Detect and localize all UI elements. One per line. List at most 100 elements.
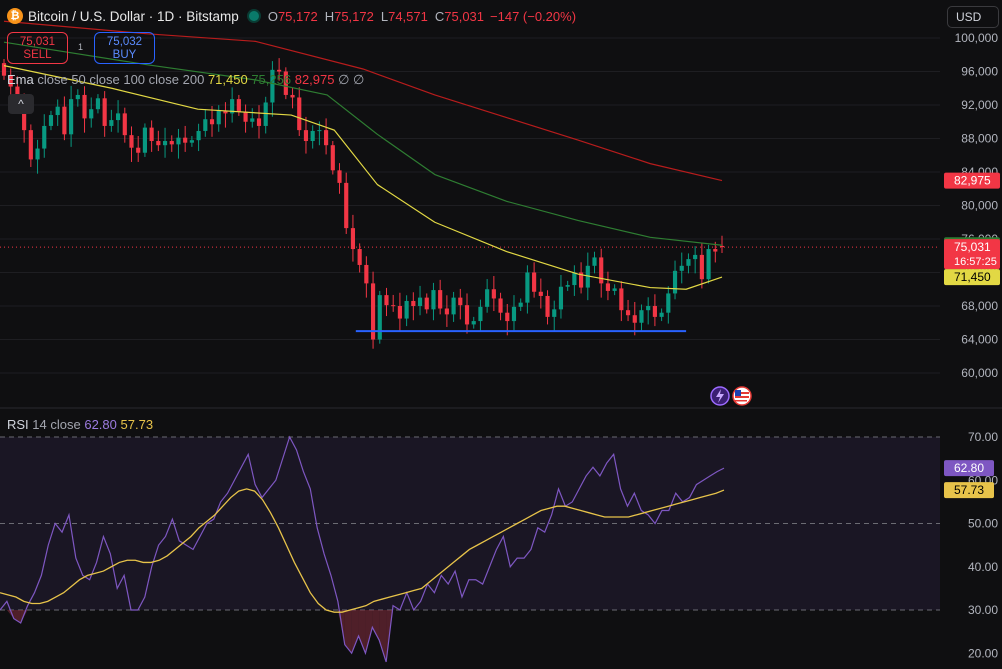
price-axis-tick: 64,000 — [961, 333, 998, 347]
ema-legend[interactable]: Ema close 50 close 100 close 200 71,450 … — [7, 72, 364, 88]
candle-body — [357, 249, 362, 265]
buy-price: 75,032 — [106, 36, 143, 48]
candle-body — [337, 170, 342, 183]
candle — [458, 288, 463, 320]
rsi-oversold-fill — [351, 610, 359, 654]
candle — [719, 235, 725, 253]
symbol-title[interactable]: Bitcoin / U.S. Dollar · 1D · Bitstamp — [28, 9, 239, 24]
candle-body — [75, 94, 80, 100]
rsi-params: 14 close — [32, 417, 81, 432]
candle-body — [196, 130, 201, 141]
candle-body — [256, 118, 262, 126]
candle-body — [505, 312, 510, 322]
candle — [579, 262, 584, 294]
currency-selector[interactable]: USD — [947, 6, 999, 28]
candle-body — [89, 109, 94, 119]
candle — [82, 86, 87, 133]
candle-body — [216, 110, 221, 125]
candle-body — [525, 272, 530, 303]
candle — [706, 244, 711, 284]
candle-body — [706, 249, 711, 280]
candle-body — [605, 283, 611, 291]
candle-body — [471, 321, 476, 325]
candle-body — [552, 309, 557, 317]
countdown-text: 16:57:25 — [954, 256, 997, 268]
candle-body — [1, 63, 7, 76]
candle — [297, 87, 302, 136]
candle — [236, 94, 241, 116]
candle — [270, 61, 275, 117]
price-label-text: 71,450 — [954, 270, 991, 284]
candle — [243, 104, 248, 133]
candle-body — [572, 272, 577, 286]
candle — [370, 271, 376, 349]
candle — [344, 172, 349, 234]
candle-body — [136, 147, 141, 153]
high-value: 75,172 — [334, 8, 374, 24]
candle — [35, 139, 40, 174]
candle-body — [518, 302, 523, 307]
candle-body — [183, 137, 188, 143]
market-status-icon[interactable] — [248, 11, 259, 21]
rsi-legend[interactable]: RSI 14 close 62.80 57.73 — [7, 417, 153, 432]
rsi-axis-tick: 70.00 — [968, 430, 998, 444]
candle — [693, 246, 698, 274]
rsi-axis-tick: 20.00 — [968, 646, 998, 660]
candle-body — [686, 259, 691, 266]
candle-body — [391, 305, 396, 307]
ema-hidden-icons[interactable]: ∅ ∅ — [338, 72, 364, 87]
sell-button[interactable]: 75,031 SELL — [7, 32, 68, 64]
candle — [478, 299, 483, 332]
candle — [639, 304, 644, 331]
candle — [1, 58, 7, 80]
candle-body — [666, 293, 671, 313]
sell-price: 75,031 — [19, 36, 56, 48]
price-axis-label: 82,975 — [944, 172, 1000, 189]
event-badges[interactable] — [708, 386, 758, 406]
candle — [538, 278, 543, 309]
candle — [384, 287, 389, 317]
candle — [324, 118, 329, 155]
symbol-legend[interactable]: ₿ Bitcoin / U.S. Dollar · 1D · Bitstamp … — [0, 6, 582, 26]
candle — [330, 141, 335, 175]
collapse-legend-button[interactable]: ^ — [8, 94, 34, 114]
candle-body — [263, 102, 268, 126]
candle — [176, 128, 181, 159]
candle-body — [565, 285, 570, 287]
price-label-text: 75,031 — [954, 240, 991, 254]
candle-body — [95, 98, 101, 110]
open-label: O — [267, 8, 278, 24]
buy-button[interactable]: 75,032 BUY — [94, 32, 155, 64]
candle — [599, 248, 604, 298]
lightning-icon[interactable] — [710, 386, 730, 406]
candle-body — [330, 145, 335, 171]
candle — [672, 260, 678, 300]
candle — [659, 308, 664, 322]
candle — [545, 290, 550, 325]
candle-body — [451, 297, 456, 315]
candle — [572, 265, 577, 296]
rsi-label-text: 57.73 — [954, 483, 984, 497]
candle-body — [149, 127, 154, 142]
chart-canvas[interactable]: 100,00096,00092,00088,00084,00080,00076,… — [0, 0, 1002, 669]
candle — [350, 214, 356, 262]
candle-body — [62, 106, 67, 135]
bitcoin-logo-icon: ₿ — [7, 8, 23, 24]
candle — [417, 285, 423, 316]
price-axis-label: 75,031 16:57:25 — [944, 239, 1000, 270]
candle — [189, 135, 194, 147]
candle-body — [646, 306, 651, 311]
candle — [149, 120, 154, 152]
candle-body — [625, 310, 631, 316]
candle-body — [424, 297, 429, 310]
candle — [451, 291, 456, 322]
candle — [129, 126, 134, 162]
candle-body — [156, 141, 161, 146]
candle-body — [431, 290, 436, 310]
candle — [558, 275, 564, 319]
candle-body — [444, 308, 449, 315]
candle — [142, 123, 147, 157]
candle-body — [122, 113, 127, 136]
candle-body — [209, 119, 215, 125]
us-flag-icon[interactable] — [732, 386, 752, 406]
